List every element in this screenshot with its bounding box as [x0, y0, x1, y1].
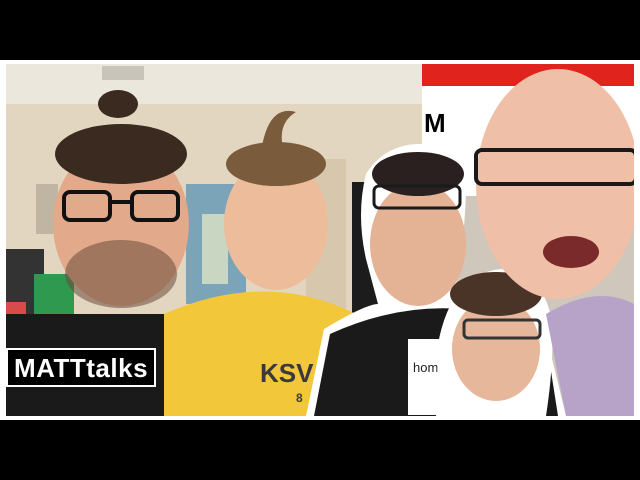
person-middle-shirt-number: 8 [296, 391, 303, 405]
channel-label: MATTtalks [6, 348, 157, 387]
thumbnail-frame: KSV 8 home. M MATTtalks [0, 60, 640, 420]
sign-letter: M [424, 108, 446, 138]
person-cutout-home-hair [372, 152, 464, 196]
person-left-topknot [98, 90, 138, 118]
person-left-hair [55, 124, 187, 184]
person-left-beard [65, 240, 177, 308]
ceiling [6, 64, 426, 104]
ceiling-vent [102, 66, 144, 80]
person-middle-shirt-text: KSV [260, 358, 314, 388]
person-cutout-home-head [370, 182, 466, 306]
person-right-mouth [543, 236, 599, 268]
